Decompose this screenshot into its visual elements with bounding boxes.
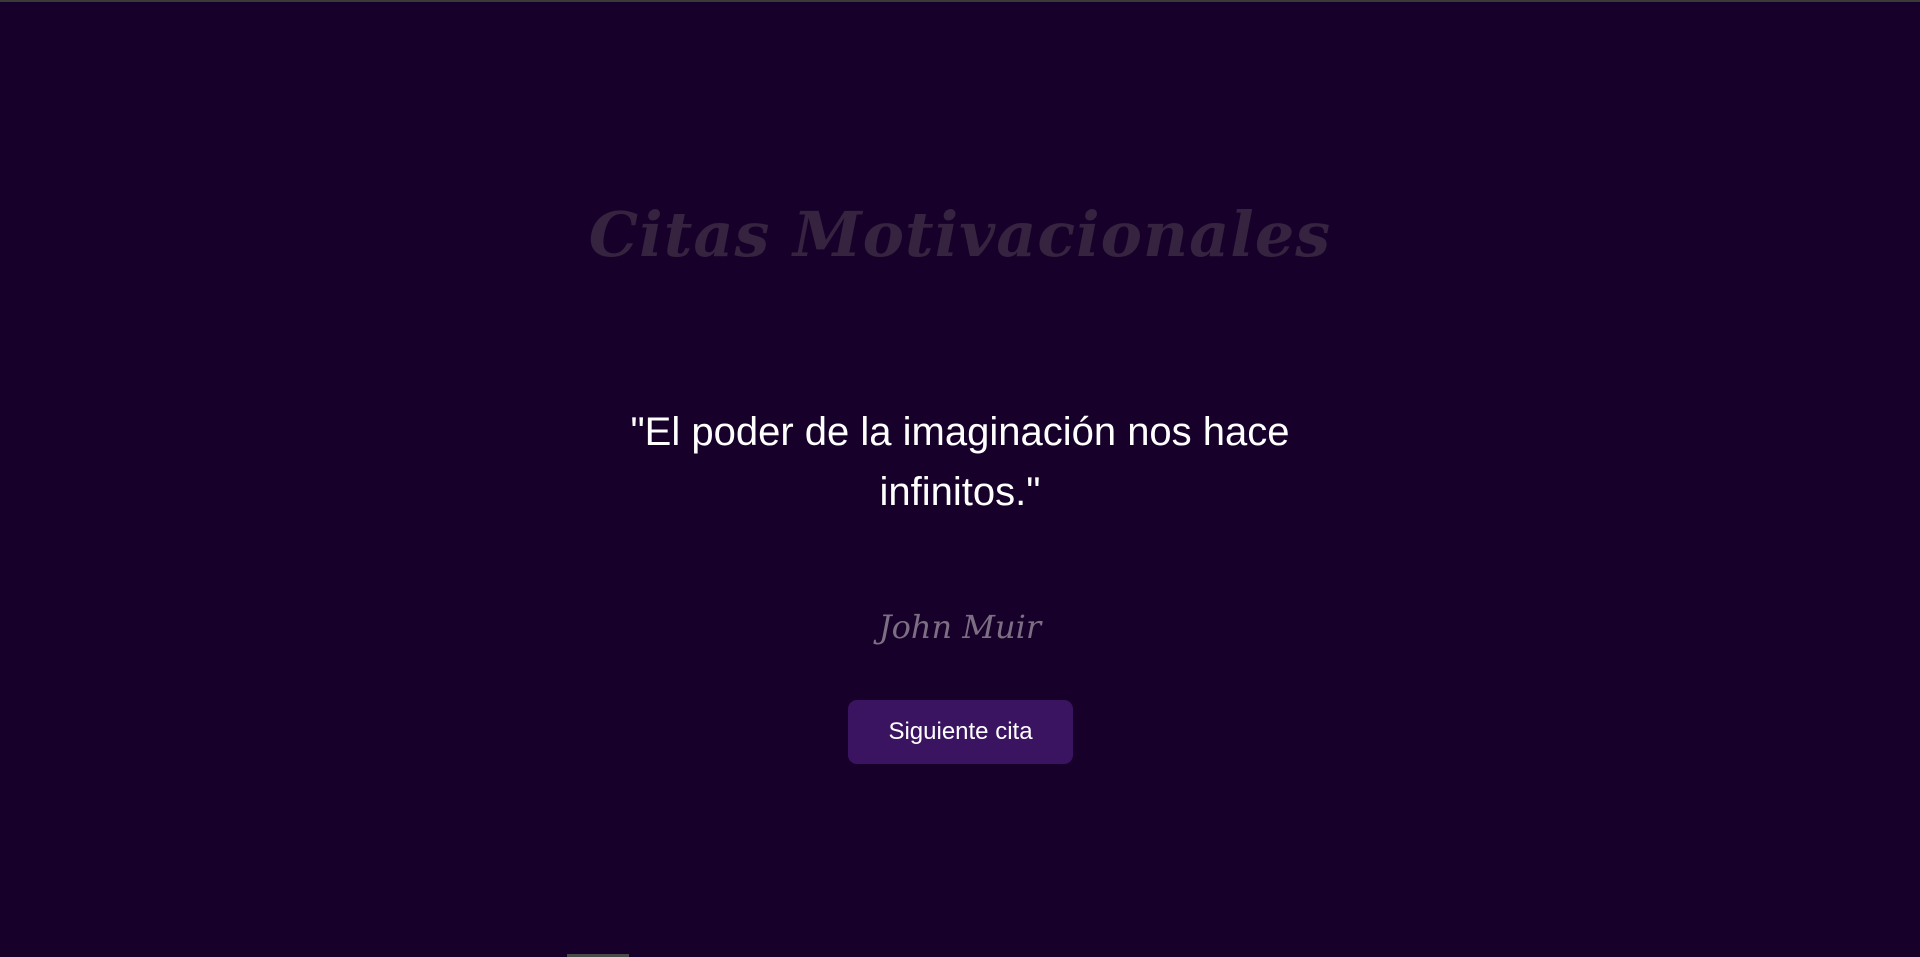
next-quote-button[interactable]: Siguiente cita [848, 700, 1073, 764]
app-page: Citas Motivacionales "El poder de la ima… [0, 0, 1920, 957]
quote-text: "El poder de la imaginación nos hace inf… [630, 410, 1290, 514]
quote-author: John Muir [878, 608, 1042, 646]
page-title: Citas Motivacionales [588, 198, 1332, 271]
